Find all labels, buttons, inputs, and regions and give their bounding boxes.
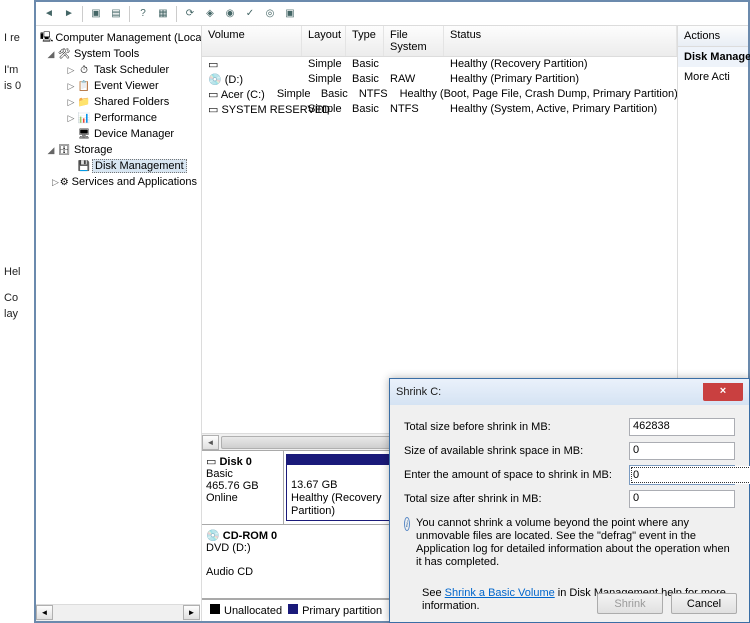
navigation-tree[interactable]: 🖳Computer Management (Local ◢🛠System Too… bbox=[36, 26, 202, 621]
actions-more[interactable]: More Acti bbox=[678, 67, 748, 87]
device-icon: 🖥 bbox=[76, 127, 92, 141]
col-type[interactable]: Type bbox=[346, 26, 384, 56]
forward-button[interactable]: ► bbox=[60, 5, 78, 23]
dialog-titlebar[interactable]: Shrink C: × bbox=[390, 379, 749, 405]
collapse-icon[interactable]: ◢ bbox=[46, 49, 56, 60]
dialog-title: Shrink C: bbox=[396, 386, 441, 398]
label-shrink-amount: Enter the amount of space to shrink in M… bbox=[404, 469, 629, 481]
tool-icon[interactable]: ▣ bbox=[281, 5, 299, 23]
label-available: Size of available shrink space in MB: bbox=[404, 445, 629, 457]
background-text: I re I'm is 0 Hel Colay bbox=[4, 30, 21, 322]
expand-icon[interactable]: ▷ bbox=[66, 113, 76, 124]
tree-storage[interactable]: ◢🗄Storage bbox=[38, 142, 199, 158]
shrink-button: Shrink bbox=[597, 593, 663, 614]
tool-icon[interactable]: ◉ bbox=[221, 5, 239, 23]
tree-task-scheduler[interactable]: ▷⏱Task Scheduler bbox=[38, 62, 199, 78]
volume-row[interactable]: ▭ SimpleBasicHealthy (Recovery Partition… bbox=[202, 57, 677, 72]
shrink-amount-input[interactable]: ▲▼ bbox=[629, 465, 735, 485]
shrink-amount-field[interactable] bbox=[630, 466, 750, 484]
volume-row[interactable]: ▭ Acer (C:)SimpleBasicNTFSHealthy (Boot,… bbox=[202, 87, 677, 102]
col-volume[interactable]: Volume bbox=[202, 26, 302, 56]
toolbar: ◄ ► ▣ ▤ ? ▦ ⟳ ◈ ◉ ✓ ◎ ▣ bbox=[36, 2, 748, 26]
back-button[interactable]: ◄ bbox=[40, 5, 58, 23]
help-button[interactable]: ? bbox=[134, 5, 152, 23]
expand-icon[interactable]: ▷ bbox=[52, 177, 59, 188]
tool-icon[interactable]: ✓ bbox=[241, 5, 259, 23]
tree-services[interactable]: ▷⚙Services and Applications bbox=[38, 174, 199, 190]
legend-unallocated-swatch bbox=[210, 604, 220, 614]
tree-root[interactable]: 🖳Computer Management (Local bbox=[38, 30, 199, 46]
close-button[interactable]: × bbox=[703, 383, 743, 401]
disk-icon: 💾 bbox=[76, 159, 92, 173]
tree-scrollbar[interactable]: ◄► bbox=[36, 604, 200, 621]
tree-system-tools[interactable]: ◢🛠System Tools bbox=[38, 46, 199, 62]
cancel-button[interactable]: Cancel bbox=[671, 593, 737, 614]
col-status[interactable]: Status bbox=[444, 26, 677, 56]
tree-device-manager[interactable]: 🖥Device Manager bbox=[38, 126, 199, 142]
help-link[interactable]: Shrink a Basic Volume bbox=[445, 587, 555, 599]
clock-icon: ⏱ bbox=[76, 63, 92, 77]
computer-icon: 🖳 bbox=[40, 31, 53, 45]
tool-icon[interactable]: ◈ bbox=[201, 5, 219, 23]
disk-label[interactable]: ▭ Disk 0 Basic 465.76 GB Online bbox=[202, 451, 284, 524]
col-layout[interactable]: Layout bbox=[302, 26, 346, 56]
show-hide-button[interactable]: ▤ bbox=[107, 5, 125, 23]
col-filesystem[interactable]: File System bbox=[384, 26, 444, 56]
collapse-icon[interactable]: ◢ bbox=[46, 145, 56, 156]
value-total-before: 462838 bbox=[629, 418, 735, 436]
tree-performance[interactable]: ▷📊Performance bbox=[38, 110, 199, 126]
shrink-dialog: Shrink C: × Total size before shrink in … bbox=[389, 378, 750, 623]
info-icon: i bbox=[404, 517, 410, 531]
label-total-before: Total size before shrink in MB: bbox=[404, 421, 629, 433]
folder-icon: 📁 bbox=[76, 95, 92, 109]
expand-icon[interactable]: ▷ bbox=[66, 81, 76, 92]
tree-disk-management[interactable]: 💾Disk Management bbox=[38, 158, 199, 174]
legend-primary-swatch bbox=[288, 604, 298, 614]
label-total-after: Total size after shrink in MB: bbox=[404, 493, 629, 505]
volume-list[interactable]: Volume Layout Type File System Status ▭ … bbox=[202, 26, 677, 433]
storage-icon: 🗄 bbox=[56, 143, 72, 157]
event-icon: 📋 bbox=[76, 79, 92, 93]
expand-icon[interactable]: ▷ bbox=[66, 65, 76, 76]
perf-icon: 📊 bbox=[76, 111, 92, 125]
actions-context[interactable]: Disk Managem bbox=[678, 47, 748, 67]
value-total-after: 0 bbox=[629, 490, 735, 508]
properties-button[interactable]: ▦ bbox=[154, 5, 172, 23]
actions-header: Actions bbox=[678, 26, 748, 47]
volume-row[interactable]: ▭ SYSTEM RESERVEDSimpleBasicNTFSHealthy … bbox=[202, 102, 677, 117]
volume-row[interactable]: 💿 (D:)SimpleBasicRAWHealthy (Primary Par… bbox=[202, 72, 677, 87]
tree-event-viewer[interactable]: ▷📋Event Viewer bbox=[38, 78, 199, 94]
expand-icon[interactable]: ▷ bbox=[66, 97, 76, 108]
tool-icon[interactable]: ◎ bbox=[261, 5, 279, 23]
value-available: 0 bbox=[629, 442, 735, 460]
tree-shared-folders[interactable]: ▷📁Shared Folders bbox=[38, 94, 199, 110]
tools-icon: 🛠 bbox=[56, 47, 72, 61]
up-button[interactable]: ▣ bbox=[87, 5, 105, 23]
refresh-button[interactable]: ⟳ bbox=[181, 5, 199, 23]
volume-header[interactable]: Volume Layout Type File System Status bbox=[202, 26, 677, 57]
info-message: iYou cannot shrink a volume beyond the p… bbox=[404, 517, 735, 569]
services-icon: ⚙ bbox=[59, 175, 70, 189]
